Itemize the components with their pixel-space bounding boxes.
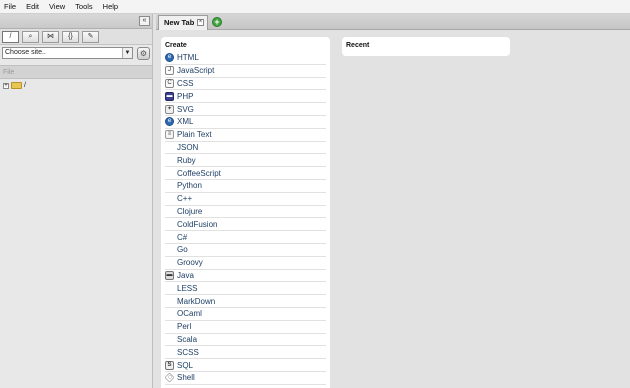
create-item-groovy[interactable]: Groovy — [165, 257, 326, 270]
create-item-label: XML — [177, 117, 194, 127]
create-item-c[interactable]: C++ — [165, 193, 326, 206]
create-panel: Create e HTML J JavaScript C CSS ▬ PHP ✦ SVG e XML ≡… — [161, 37, 330, 388]
create-item-label: SQL — [177, 360, 194, 370]
create-item-label: MarkDown — [177, 296, 216, 306]
create-title: Create — [165, 42, 187, 49]
create-item-label: HTML — [177, 53, 199, 63]
create-item-python[interactable]: Python — [165, 180, 326, 193]
create-item-svg[interactable]: ✦ SVG — [165, 103, 326, 116]
file-tree-root[interactable]: + / — [0, 79, 152, 89]
close-icon[interactable]: × — [197, 19, 204, 26]
menu-tools[interactable]: Tools — [75, 2, 93, 11]
tree-root-label: / — [24, 82, 26, 89]
create-item-java[interactable]: ▬ Java — [165, 270, 326, 283]
create-item-scala[interactable]: Scala — [165, 334, 326, 347]
create-item-html[interactable]: e HTML — [165, 52, 326, 65]
menu-help[interactable]: Help — [103, 2, 118, 11]
collapse-panel-icon[interactable]: « — [139, 16, 150, 26]
create-item-plain-text[interactable]: ≡ Plain Text — [165, 129, 326, 142]
globe-icon: e — [165, 53, 174, 63]
create-item-label: PHP — [177, 91, 194, 101]
site-select[interactable]: Choose site.. ▼ — [2, 47, 133, 59]
file-header: File — [0, 65, 152, 79]
create-item-label: C# — [177, 232, 188, 242]
create-item-go[interactable]: Go — [165, 244, 326, 257]
create-list: e HTML J JavaScript C CSS ▬ PHP ✦ SVG e XML ≡ Plain T… — [164, 52, 326, 385]
main-area: Create e HTML J JavaScript C CSS ▬ PHP ✦ SVG e XML ≡… — [156, 31, 630, 388]
site-row: Choose site.. ▼ ⚙ — [0, 45, 152, 61]
create-item-shell[interactable]: ◇ Shell — [164, 372, 326, 385]
create-item-xml[interactable]: e XML — [165, 116, 326, 129]
globe-icon: e — [165, 117, 174, 127]
menu-edit[interactable]: Edit — [26, 2, 39, 11]
search-icon[interactable]: ⌕ — [22, 31, 39, 43]
chevron-down-icon[interactable]: ▼ — [122, 48, 132, 58]
recent-panel: Recent — [342, 37, 510, 56]
edit-icon[interactable]: ✎ — [82, 31, 99, 43]
create-item-coffeescript[interactable]: CoffeeScript — [165, 167, 326, 180]
create-item-json[interactable]: JSON — [165, 142, 326, 155]
snippets-icon[interactable]: {} — [62, 31, 79, 43]
menu-bar: File Edit View Tools Help — [0, 0, 630, 14]
create-item-label: CoffeeScript — [177, 168, 221, 178]
create-item-label: SCSS — [177, 347, 199, 357]
create-item-label: Go — [177, 245, 188, 255]
create-item-label: ColdFusion — [177, 219, 218, 229]
create-item-perl[interactable]: Perl — [165, 321, 326, 334]
create-item-label: Clojure — [177, 206, 203, 216]
create-item-php[interactable]: ▬ PHP — [165, 90, 326, 104]
create-item-label: Ruby — [177, 155, 196, 165]
menu-view[interactable]: View — [49, 2, 65, 11]
site-select-value: Choose site.. — [5, 49, 46, 56]
create-item-label: Plain Text — [177, 130, 212, 140]
create-item-label: Groovy — [177, 258, 203, 268]
create-item-label: SVG — [177, 104, 194, 114]
create-item-label: Shell — [177, 373, 195, 383]
gear-icon[interactable]: ⚙ — [137, 46, 150, 60]
create-item-label: Java — [177, 270, 194, 280]
create-item-ocaml[interactable]: OCaml — [165, 308, 326, 321]
create-item-clojure[interactable]: Clojure — [165, 206, 326, 219]
left-panel: « / ⌕ ⋈ {} ✎ Choose site.. ▼ ⚙ File + / — [0, 14, 153, 388]
folder-icon — [11, 82, 22, 89]
create-item-markdown[interactable]: MarkDown — [165, 295, 326, 308]
create-item-label: C++ — [177, 194, 193, 204]
create-item-label: Scala — [177, 334, 198, 344]
create-item-javascript[interactable]: J JavaScript — [165, 65, 326, 78]
create-item-label: Perl — [177, 322, 192, 332]
create-item-sql[interactable]: S SQL — [165, 359, 326, 372]
create-item-label: Python — [177, 181, 202, 191]
svg-icon: ✦ — [165, 104, 174, 114]
create-item-coldfusion[interactable]: ColdFusion — [165, 218, 326, 232]
create-item-scss[interactable]: SCSS — [165, 346, 326, 360]
java-icon: ▬ — [165, 270, 174, 280]
tab-new-tab[interactable]: New Tab × — [158, 15, 208, 30]
add-tab-icon[interactable]: + — [212, 17, 222, 27]
left-panel-header: « — [0, 14, 152, 29]
create-item-label: JSON — [177, 142, 199, 152]
tab-label: New Tab — [164, 18, 195, 27]
menu-file[interactable]: File — [4, 2, 16, 11]
php-icon: ▬ — [165, 91, 174, 101]
panel-toolbar: / ⌕ ⋈ {} ✎ — [0, 29, 152, 45]
doc-icon: C — [165, 78, 174, 88]
sql-icon: S — [165, 360, 174, 370]
create-item-label: LESS — [177, 283, 198, 293]
tab-bar: New Tab × + — [156, 14, 630, 30]
recent-title: Recent — [346, 42, 370, 49]
doc-icon: J — [165, 66, 174, 76]
create-item-less[interactable]: LESS — [165, 282, 326, 296]
txt-icon: ≡ — [165, 130, 174, 140]
create-item-css[interactable]: C CSS — [165, 78, 326, 91]
create-item-c[interactable]: C# — [165, 231, 326, 244]
create-item-ruby[interactable]: Ruby — [165, 154, 326, 168]
expand-icon[interactable]: + — [3, 82, 9, 89]
connection-icon[interactable]: ⋈ — [42, 31, 59, 43]
create-item-label: CSS — [177, 78, 194, 88]
root-icon[interactable]: / — [2, 31, 19, 43]
create-item-label: OCaml — [177, 309, 202, 319]
create-item-label: JavaScript — [177, 66, 215, 76]
shell-icon: ◇ — [164, 372, 175, 383]
